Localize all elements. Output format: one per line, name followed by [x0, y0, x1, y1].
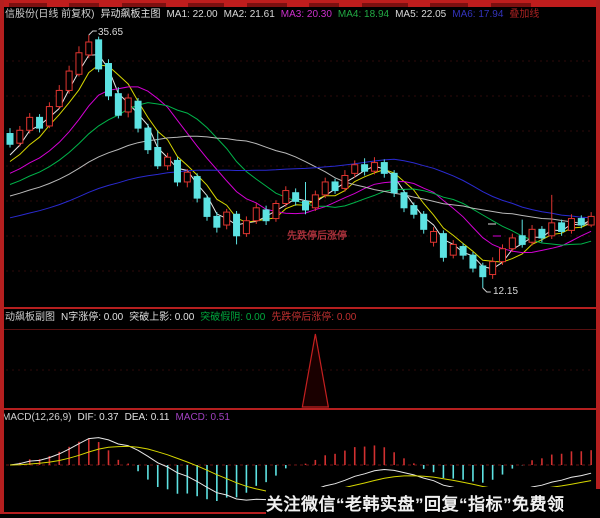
legend-item: 动飙板副图 — [5, 311, 55, 325]
legend-item: MA3: 20.30 — [281, 9, 332, 20]
stock-app-window: 信股份(日线 前复权) 异动飙板主图 MA1: 22.00MA2: 21.61M… — [0, 0, 600, 518]
legend-item: MA1: 22.00 — [166, 9, 217, 20]
right-border — [596, 0, 600, 489]
panel-separator — [0, 408, 600, 410]
menu-item-fragment — [430, 3, 468, 7]
high-price-label: 35.65 — [98, 27, 123, 38]
legend-item: 突破假阴: 0.00 — [200, 311, 265, 325]
legend-item: N字涨停: 0.00 — [61, 311, 123, 325]
legend-item: MACD: 0.51 — [175, 411, 229, 425]
menu-item-fragment — [309, 3, 339, 7]
menu-item-fragment — [491, 3, 531, 7]
top-menu-bar[interactable] — [0, 0, 600, 7]
menu-item-fragment — [9, 3, 47, 7]
main-indicator-name: 异动飙板主图 — [100, 8, 160, 22]
signal-panel-header: 动飙板副图 N字涨停: 0.00 突破上影: 0.00 突破假阴: 0.00 先跌停后涨… — [5, 311, 362, 325]
main-panel-header: 信股份(日线 前复权) 异动飙板主图 MA1: 22.00MA2: 21.61M… — [5, 8, 551, 22]
legend-item: MA2: 21.61 — [224, 9, 275, 20]
legend-item: MA4: 18.94 — [338, 9, 389, 20]
legend-item: MA6: 17.94 — [452, 9, 503, 20]
legend-item: 突破上影: 0.00 — [129, 311, 194, 325]
ma-legend: MA1: 22.00 MA2: 21.61 MA3: 20.30 MA4: 18.94… — [166, 8, 545, 22]
panel-separator — [0, 307, 600, 309]
macd-panel-header: MACD(12,26,9) DIF: 0.37 DEA: 0.11 MACD: 0.5… — [2, 411, 236, 425]
left-border — [0, 0, 4, 514]
legend-item: MACD(12,26,9) — [2, 411, 71, 425]
ad-banner-text: 关注微信“老韩实盘”回复“指标”免费领 — [266, 490, 565, 515]
legend-item: MA5: 22.05 — [395, 9, 446, 20]
bottom-border — [2, 512, 292, 514]
legend-item: DEA: 0.11 — [125, 411, 170, 425]
chart-canvas — [0, 0, 600, 518]
menu-item-fragment — [188, 3, 224, 7]
menu-item-fragment — [122, 3, 166, 7]
legend-item: DIF: 0.37 — [77, 411, 118, 425]
menu-item-fragment — [247, 3, 287, 7]
ad-banner: 关注微信“老韩实盘”回复“指标”免费领 — [266, 487, 600, 518]
menu-item-fragment — [69, 3, 99, 7]
menu-item-fragment — [362, 3, 408, 7]
stock-title: 信股份(日线 前复权) — [5, 8, 94, 22]
legend-item: 先跌停后涨停: 0.00 — [271, 311, 356, 325]
low-price-label: 12.15 — [493, 286, 518, 297]
legend-item: 叠加线 — [509, 9, 539, 20]
chart-annotation: 先跌停后涨停 — [287, 227, 347, 242]
header-underline — [0, 329, 600, 330]
